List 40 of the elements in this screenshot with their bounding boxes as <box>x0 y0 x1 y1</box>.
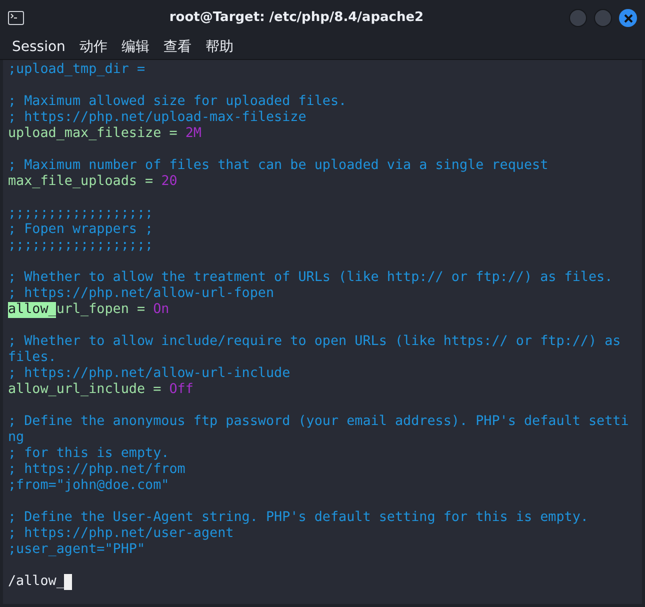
close-icon <box>624 14 632 22</box>
code-text: ;;;;;;;;;;;;;;;;;; <box>8 206 154 222</box>
code-text: allow_url_include = <box>8 382 162 398</box>
menu-item[interactable]: 编辑 <box>121 37 150 58</box>
code-text: ; Define the anonymous ftp password (your email address). PHP's default setti <box>8 414 629 430</box>
code-text: ; Whether to allow include/require to open URLs (like https:// or ftp://) as <box>8 334 621 350</box>
code-text: 2M <box>185 126 202 142</box>
code-text: ;from="john@doe.com" <box>8 478 170 494</box>
menu-item[interactable]: 查看 <box>163 37 192 58</box>
code-text: ;;;;;;;;;;;;;;;;;; <box>8 238 154 254</box>
code-text: Off <box>169 382 194 398</box>
menu-item[interactable]: Session <box>12 37 66 58</box>
code-text: ng <box>8 430 24 446</box>
close-button[interactable] <box>619 9 637 27</box>
code-text: ; Maximum allowed size for uploaded files. <box>8 94 347 110</box>
minimize-button[interactable] <box>569 9 587 27</box>
code-text: ; https://php.net/allow-url-include <box>8 366 290 382</box>
maximize-button[interactable] <box>594 9 612 27</box>
code-text: upload_max_filesize = <box>8 126 178 142</box>
code-text: ; https://php.net/user-agent <box>8 526 234 542</box>
code-text: ; https://php.net/allow-url-fopen <box>8 286 274 302</box>
search-input[interactable]: /allow_ <box>8 574 64 590</box>
code-text: ; Maximum number of files that can be uploaded via a single request <box>8 158 548 174</box>
code-text: ; https://php.net/upload-max-filesize <box>8 110 306 126</box>
terminal-icon <box>8 11 24 25</box>
code-text: ; Fopen wrappers ; <box>8 222 154 238</box>
code-text: ;user_agent="PHP" <box>8 542 146 558</box>
code-text: 20 <box>161 174 178 190</box>
code-text: max_file_uploads = <box>8 174 154 190</box>
code-text: ;upload_tmp_dir = <box>8 62 146 78</box>
code-text: ; for this is empty. <box>8 446 170 462</box>
code-text: ; Whether to allow the treatment of URLs (like http:// or ftp://) as files. <box>8 270 613 286</box>
code-text: On <box>153 302 170 318</box>
code-text: ; https://php.net/from <box>8 462 186 478</box>
code-text: url_fopen = <box>56 302 146 318</box>
menu-item[interactable]: 帮助 <box>205 37 234 58</box>
code-text: ; Define the User-Agent string. PHP's default setting for this is empty. <box>8 510 588 526</box>
code-text: files. <box>8 350 56 366</box>
window-title: root@Target: /etc/php/8.4/apache2 <box>169 9 424 28</box>
menu-item[interactable]: 动作 <box>79 37 108 58</box>
